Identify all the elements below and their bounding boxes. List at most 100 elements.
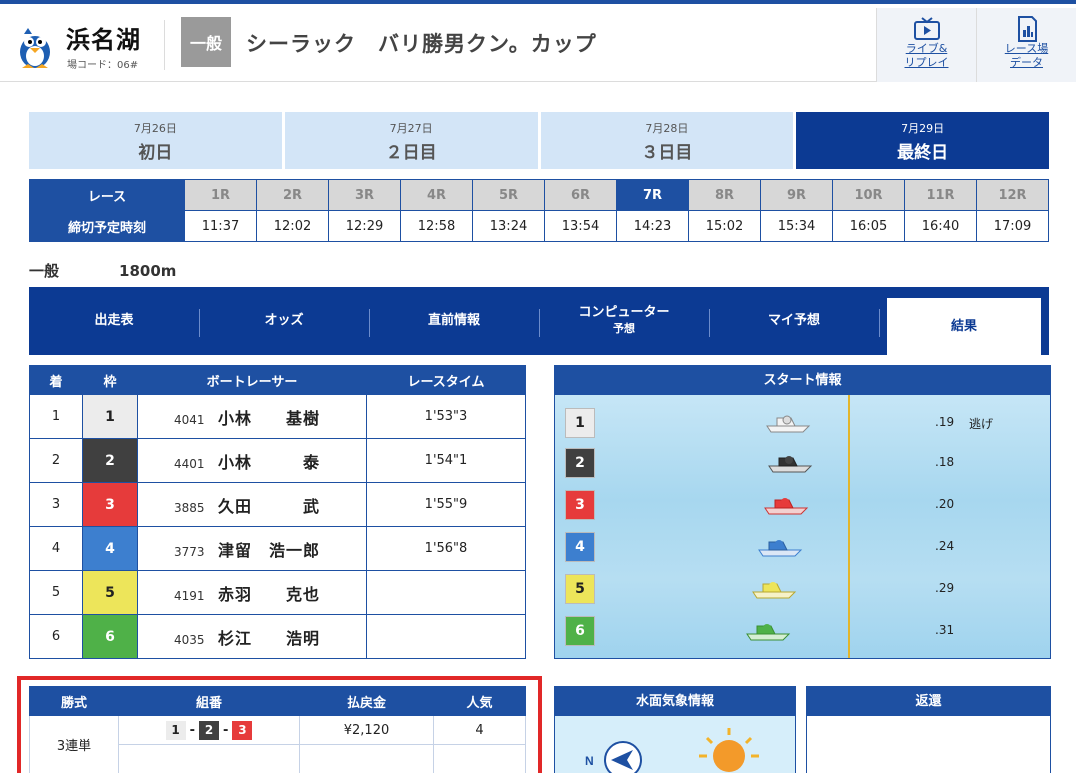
col-racer: ボートレーサー: [137, 365, 367, 395]
page-header: 浜名湖 場コード：06# 一般 シーラック バリ勝男クン。カップ ライブ& リプ…: [0, 4, 1076, 82]
tv-play-icon: [913, 17, 940, 40]
day-tab-4[interactable]: 7月29日 最終日: [796, 112, 1049, 169]
racer-cell: 4401 小林 泰: [137, 438, 367, 483]
weather-title: 水面気象情報: [555, 687, 795, 716]
header-divider: [164, 20, 165, 70]
racer-name-link[interactable]: 小林 泰: [218, 453, 320, 472]
table-row: 6 6 4035 杉江 浩明: [29, 614, 526, 659]
start-row: 5 .29: [565, 574, 1045, 604]
racer-name-link[interactable]: 小林 基樹: [218, 409, 320, 428]
race-link-2r[interactable]: 2R: [256, 179, 329, 211]
deadline-time: 16:05: [832, 210, 905, 242]
tab-results[interactable]: 結果: [887, 298, 1041, 355]
racer-reg-number: 3885: [174, 500, 205, 515]
rank-cell: 3: [29, 482, 83, 527]
race-link-1r[interactable]: 1R: [184, 179, 257, 211]
boat-5-icon: [752, 582, 797, 599]
start-row: 4 .24: [565, 532, 1045, 562]
popularity-cell: 4: [433, 715, 526, 745]
col-combination: 組番: [118, 686, 300, 716]
popularity-cell: [433, 744, 526, 773]
tab-label: 出走表: [94, 313, 134, 328]
waku-cell: 3: [82, 482, 138, 527]
race-link-6r[interactable]: 6R: [544, 179, 617, 211]
start-timing: .20: [935, 497, 955, 511]
race-link-12r[interactable]: 12R: [976, 179, 1049, 211]
race-link-7r[interactable]: 7R: [616, 179, 689, 211]
tab-my-prediction[interactable]: マイ予想: [709, 297, 879, 345]
race-link-5r[interactable]: 5R: [472, 179, 545, 211]
content-tabs: 出走表 オッズ 直前情報 コンピューター 予想 マイ予想 結果: [29, 287, 1049, 355]
day-date: 7月28日: [645, 122, 689, 135]
race-data-button[interactable]: レース場 データ: [976, 8, 1076, 82]
deadline-time: 17:09: [976, 210, 1049, 242]
waku-cell: 6: [82, 614, 138, 659]
tab-label: オッズ: [264, 313, 304, 328]
boat-number: 4: [565, 532, 595, 562]
racer-name-link[interactable]: 津留 浩一郎: [218, 541, 320, 560]
deadline-time: 12:02: [256, 210, 329, 242]
racer-cell: 4191 赤羽 克也: [137, 570, 367, 615]
combination-cell: 1 - 2 - 3: [118, 715, 300, 745]
boat-4-icon: [758, 540, 803, 557]
day-tab-3[interactable]: 7月28日 ３日目: [540, 112, 794, 169]
combo-boat: 2: [199, 720, 219, 740]
race-time-cell: 1'55"9: [366, 482, 526, 527]
sun-icon: [699, 728, 759, 772]
combination-cell: [118, 744, 300, 773]
race-class-distance: 一般 1800m: [29, 260, 176, 281]
rank-cell: 5: [29, 570, 83, 615]
weather-panel: 水面気象情報 N: [554, 686, 796, 773]
return-panel: 返還: [806, 686, 1051, 773]
race-results-table: 着 枠 ボートレーサー レースタイム 1 1 4041 小林 基樹 1'53"3 …: [29, 365, 526, 659]
racer-name-link[interactable]: 杉江 浩明: [218, 629, 320, 648]
racer-name-link[interactable]: 久田 武: [218, 497, 320, 516]
table-row: 1 1 4041 小林 基樹 1'53"3: [29, 394, 526, 439]
tab-pre-race-info[interactable]: 直前情報: [369, 297, 539, 345]
table-row: 4 4 3773 津留 浩一郎 1'56"8: [29, 526, 526, 571]
deadline-row: 締切予定時刻 11:37 12:02 12:29 12:58 13:24 13:…: [29, 210, 1049, 242]
bet-type-cell: 3連単: [29, 715, 119, 773]
racer-reg-number: 4401: [174, 456, 205, 471]
col-bet-type: 勝式: [29, 686, 119, 716]
racer-cell: 3773 津留 浩一郎: [137, 526, 367, 571]
race-link-4r[interactable]: 4R: [400, 179, 473, 211]
racer-cell: 4035 杉江 浩明: [137, 614, 367, 659]
combo-dash: -: [189, 722, 195, 738]
tab-computer-prediction[interactable]: コンピューター 予想: [539, 297, 709, 345]
race-link-10r[interactable]: 10R: [832, 179, 905, 211]
race-link-8r[interactable]: 8R: [688, 179, 761, 211]
race-number-row: レース 1R 2R 3R 4R 5R 6R 7R 8R 9R 10R 11R 1…: [29, 179, 1049, 211]
data-label-2: データ: [1010, 56, 1043, 69]
col-race-time: レースタイム: [366, 365, 526, 395]
live-label-1: ライブ&: [905, 42, 948, 55]
racer-reg-number: 4191: [174, 588, 205, 603]
race-link-9r[interactable]: 9R: [760, 179, 833, 211]
deadline-time: 15:02: [688, 210, 761, 242]
race-time-cell: 1'54"1: [366, 438, 526, 483]
boat-number: 2: [565, 448, 595, 478]
combo-boat: 1: [165, 720, 186, 740]
racer-reg-number: 4041: [174, 412, 205, 427]
race-time-cell: [366, 614, 526, 659]
racer-name-link[interactable]: 赤羽 克也: [218, 585, 320, 604]
tab-entry-list[interactable]: 出走表: [29, 297, 199, 345]
waku-cell: 5: [82, 570, 138, 615]
race-header: レース: [29, 179, 185, 211]
race-schedule-table: レース 1R 2R 3R 4R 5R 6R 7R 8R 9R 10R 11R 1…: [29, 179, 1049, 242]
day-tab-1[interactable]: 7月26日 初日: [29, 112, 282, 169]
race-link-11r[interactable]: 11R: [904, 179, 977, 211]
document-chart-icon: [1017, 16, 1037, 42]
wind-n-label: N: [585, 754, 594, 768]
day-tab-2[interactable]: 7月27日 ２日目: [284, 112, 538, 169]
tab-odds[interactable]: オッズ: [199, 297, 369, 345]
race-link-3r[interactable]: 3R: [328, 179, 401, 211]
racer-cell: 4041 小林 基樹: [137, 394, 367, 439]
race-time-cell: 1'56"8: [366, 526, 526, 571]
deadline-time: 11:37: [184, 210, 257, 242]
venue-name: 浜名湖: [66, 26, 141, 54]
live-replay-button[interactable]: ライブ& リプレイ: [876, 8, 976, 82]
start-row: 1 .19 逃げ: [565, 408, 1045, 438]
table-row: 5 5 4191 赤羽 克也: [29, 570, 526, 615]
day-label: ３日目: [641, 143, 693, 163]
